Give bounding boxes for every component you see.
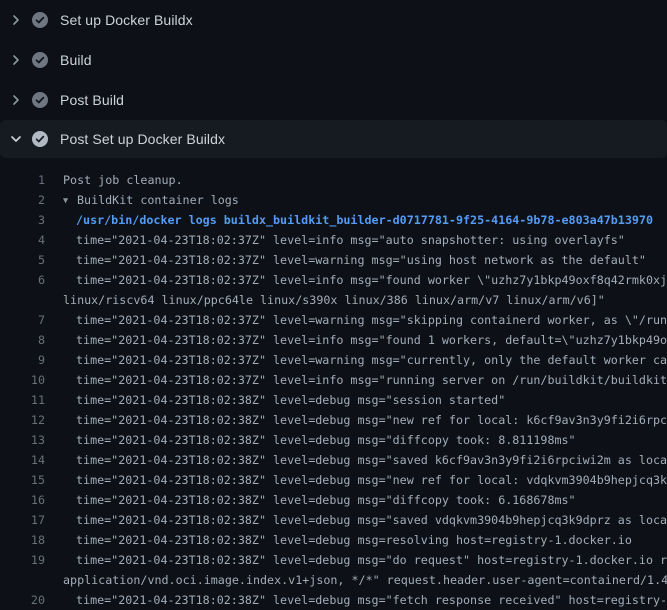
log-row: 4time="2021-04-23T18:02:37Z" level=info … bbox=[0, 230, 667, 250]
log-row: application/vnd.oci.image.index.v1+json,… bbox=[0, 570, 667, 590]
log-line-text: time="2021-04-23T18:02:37Z" level=info m… bbox=[45, 230, 625, 250]
log-row: 12time="2021-04-23T18:02:38Z" level=debu… bbox=[0, 410, 667, 430]
log-row: 17time="2021-04-23T18:02:38Z" level=debu… bbox=[0, 510, 667, 530]
check-circle-icon bbox=[32, 92, 48, 108]
steps-list: Set up Docker Buildx Build Post Build Post … bbox=[0, 0, 667, 158]
log-line-number[interactable]: 16 bbox=[0, 490, 45, 510]
log-row: 2▼BuildKit container logs bbox=[0, 190, 667, 210]
chevron-right-icon bbox=[8, 52, 24, 68]
log-line-text: time="2021-04-23T18:02:37Z" level=info m… bbox=[45, 370, 667, 390]
log-line-text: time="2021-04-23T18:02:38Z" level=debug … bbox=[45, 450, 667, 470]
log-line-number[interactable]: 13 bbox=[0, 430, 45, 450]
chevron-down-icon bbox=[8, 131, 24, 147]
chevron-right-icon bbox=[8, 92, 24, 108]
log-group-label: BuildKit container logs bbox=[77, 193, 239, 207]
log-row: 1Post job cleanup. bbox=[0, 170, 667, 190]
log-line-text: time="2021-04-23T18:02:38Z" level=debug … bbox=[45, 550, 667, 570]
log-line-number[interactable]: 5 bbox=[0, 250, 45, 270]
log-line-number[interactable]: 19 bbox=[0, 550, 45, 570]
log-line-number[interactable]: 11 bbox=[0, 390, 45, 410]
log-line-text: time="2021-04-23T18:02:38Z" level=debug … bbox=[45, 410, 667, 430]
log-line-text: time="2021-04-23T18:02:37Z" level=warnin… bbox=[45, 350, 667, 370]
log-row: 14time="2021-04-23T18:02:38Z" level=debu… bbox=[0, 450, 667, 470]
log-line-number[interactable]: 15 bbox=[0, 470, 45, 490]
log-line-number bbox=[0, 570, 45, 590]
log-lines: 1Post job cleanup.2▼BuildKit container l… bbox=[0, 158, 667, 610]
log-line-number[interactable]: 20 bbox=[0, 590, 45, 610]
log-row: linux/riscv64 linux/ppc64le linux/s390x … bbox=[0, 290, 667, 310]
log-row: 7time="2021-04-23T18:02:37Z" level=warni… bbox=[0, 310, 667, 330]
log-line-number[interactable]: 12 bbox=[0, 410, 45, 430]
log-row: 6time="2021-04-23T18:02:37Z" level=info … bbox=[0, 270, 667, 290]
check-circle-icon bbox=[32, 12, 48, 28]
log-line-text: /usr/bin/docker logs buildx_buildkit_bui… bbox=[45, 210, 653, 230]
log-row: 3/usr/bin/docker logs buildx_buildkit_bu… bbox=[0, 210, 667, 230]
step-title: Post Build bbox=[60, 92, 124, 108]
log-line-number[interactable]: 8 bbox=[0, 330, 45, 350]
log-line-text: time="2021-04-23T18:02:37Z" level=warnin… bbox=[45, 250, 646, 270]
step-header-build[interactable]: Build bbox=[0, 40, 667, 80]
log-row: 8time="2021-04-23T18:02:37Z" level=info … bbox=[0, 330, 667, 350]
log-row: 13time="2021-04-23T18:02:38Z" level=debu… bbox=[0, 430, 667, 450]
step-title: Post Set up Docker Buildx bbox=[60, 131, 225, 147]
log-line-number[interactable]: 2 bbox=[0, 190, 45, 210]
chevron-right-icon bbox=[8, 12, 24, 28]
log-line-text: time="2021-04-23T18:02:37Z" level=warnin… bbox=[45, 310, 667, 330]
log-row: 16time="2021-04-23T18:02:38Z" level=debu… bbox=[0, 490, 667, 510]
log-line-text: application/vnd.oci.image.index.v1+json,… bbox=[45, 570, 667, 590]
log-line-number bbox=[0, 290, 45, 310]
log-row: 18time="2021-04-23T18:02:38Z" level=debu… bbox=[0, 530, 667, 550]
log-line-text: time="2021-04-23T18:02:38Z" level=debug … bbox=[45, 470, 667, 490]
log-line-number[interactable]: 7 bbox=[0, 310, 45, 330]
log-line-text: time="2021-04-23T18:02:38Z" level=debug … bbox=[45, 490, 576, 510]
log-line-text: Post job cleanup. bbox=[45, 170, 183, 190]
log-line-text: time="2021-04-23T18:02:37Z" level=info m… bbox=[45, 270, 667, 290]
log-line-text: time="2021-04-23T18:02:37Z" level=info m… bbox=[45, 330, 667, 350]
step-title: Set up Docker Buildx bbox=[60, 12, 193, 28]
log-line-number[interactable]: 17 bbox=[0, 510, 45, 530]
log-line-number[interactable]: 14 bbox=[0, 450, 45, 470]
step-title: Build bbox=[60, 52, 92, 68]
step-header-post-build[interactable]: Post Build bbox=[0, 80, 667, 120]
log-line-text: linux/riscv64 linux/ppc64le linux/s390x … bbox=[45, 290, 605, 310]
step-header-set-up-docker-buildx[interactable]: Set up Docker Buildx bbox=[0, 0, 667, 40]
log-line-text: ▼BuildKit container logs bbox=[45, 190, 239, 210]
check-circle-icon bbox=[32, 131, 48, 147]
log-line-number[interactable]: 6 bbox=[0, 270, 45, 290]
log-row: 5time="2021-04-23T18:02:37Z" level=warni… bbox=[0, 250, 667, 270]
log-row: 19time="2021-04-23T18:02:38Z" level=debu… bbox=[0, 550, 667, 570]
log-line-number[interactable]: 10 bbox=[0, 370, 45, 390]
step-header-post-set-up-docker-buildx[interactable]: Post Set up Docker Buildx bbox=[0, 120, 667, 158]
log-line-number[interactable]: 9 bbox=[0, 350, 45, 370]
log-line-text: time="2021-04-23T18:02:38Z" level=debug … bbox=[45, 530, 632, 550]
log-line-number[interactable]: 3 bbox=[0, 210, 45, 230]
log-line-text: time="2021-04-23T18:02:38Z" level=debug … bbox=[45, 590, 667, 610]
log-line-text: time="2021-04-23T18:02:38Z" level=debug … bbox=[45, 390, 505, 410]
log-line-number[interactable]: 18 bbox=[0, 530, 45, 550]
log-line-text: time="2021-04-23T18:02:38Z" level=debug … bbox=[45, 510, 667, 530]
log-row: 9time="2021-04-23T18:02:37Z" level=warni… bbox=[0, 350, 667, 370]
check-circle-icon bbox=[32, 52, 48, 68]
log-row: 11time="2021-04-23T18:02:38Z" level=debu… bbox=[0, 390, 667, 410]
log-row: 10time="2021-04-23T18:02:37Z" level=info… bbox=[0, 370, 667, 390]
log-line-number[interactable]: 4 bbox=[0, 230, 45, 250]
log-row: 20time="2021-04-23T18:02:38Z" level=debu… bbox=[0, 590, 667, 610]
log-line-number[interactable]: 1 bbox=[0, 170, 45, 190]
log-row: 15time="2021-04-23T18:02:38Z" level=debu… bbox=[0, 470, 667, 490]
log-line-text: time="2021-04-23T18:02:38Z" level=debug … bbox=[45, 430, 576, 450]
triangle-down-icon[interactable]: ▼ bbox=[63, 191, 77, 211]
